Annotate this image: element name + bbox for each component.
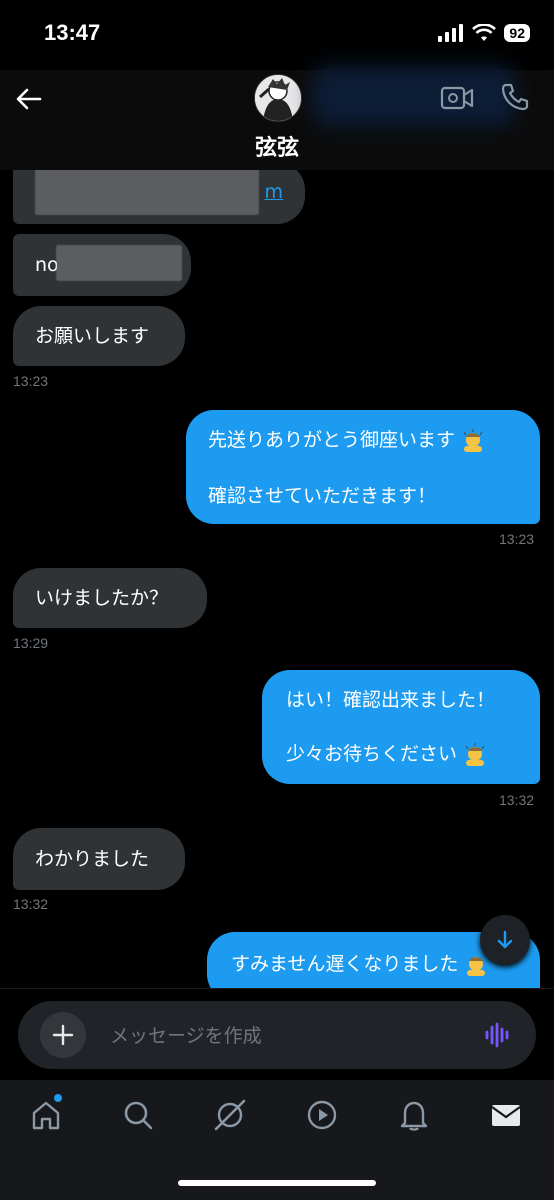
- message-incoming[interactable]: いけましたか？: [13, 568, 207, 628]
- bell-icon[interactable]: [397, 1098, 431, 1132]
- message-text: はい！確認出来ました！: [286, 689, 496, 711]
- message-outgoing[interactable]: はい！確認出来ました！ 少々お待ちください: [262, 670, 540, 784]
- message-timestamp: 13:23: [13, 373, 49, 389]
- message-incoming[interactable]: わかりました: [13, 828, 185, 890]
- message-text: お願いします: [35, 325, 150, 347]
- phone-icon[interactable]: [500, 82, 530, 112]
- message-link[interactable]: m: [264, 178, 283, 206]
- message-composer[interactable]: メッセージを作成: [18, 1001, 536, 1069]
- battery-indicator: 92: [504, 24, 530, 42]
- grok-icon[interactable]: [213, 1098, 247, 1132]
- mail-icon[interactable]: [489, 1098, 523, 1132]
- video-call-icon[interactable]: [440, 84, 474, 112]
- conversation-header: 弦弦: [0, 66, 554, 170]
- status-time: 13:47: [44, 20, 101, 45]
- signal-icon: [438, 24, 464, 42]
- contact-avatar[interactable]: [254, 74, 302, 122]
- wifi-icon: [472, 24, 497, 41]
- message-outgoing[interactable]: 先送りありがとう御座います 確認させていただきます！: [186, 410, 540, 524]
- message-incoming[interactable]: お願いします: [13, 306, 185, 366]
- composer-bar: メッセージを作成: [0, 988, 554, 1081]
- message-timestamp: 13:32: [499, 792, 535, 808]
- plus-icon: [52, 1024, 74, 1046]
- message-timestamp: 13:23: [499, 531, 535, 547]
- message-text: すみません遅くなりました: [231, 953, 459, 975]
- home-indicator: [178, 1180, 376, 1186]
- person-bowing-emoji: [463, 428, 483, 452]
- video-play-icon[interactable]: [305, 1098, 339, 1132]
- status-icons: 92: [438, 24, 530, 42]
- message-text: いけましたか？: [35, 587, 169, 609]
- home-icon[interactable]: [29, 1098, 63, 1132]
- message-timestamp: 13:29: [13, 635, 49, 651]
- message-text: 先送りありがとう御座います: [208, 429, 456, 451]
- person-bowing-emoji: [465, 742, 485, 766]
- contact-name: 弦弦: [254, 136, 299, 161]
- scroll-to-bottom-button[interactable]: [480, 915, 530, 965]
- avatar-image: [255, 75, 301, 121]
- add-attachment-button[interactable]: [40, 1012, 86, 1058]
- redacted-region: [36, 170, 258, 214]
- status-bar: 13:47 92: [0, 0, 554, 70]
- message-input[interactable]: メッセージを作成: [110, 1021, 262, 1048]
- message-text: わかりました: [35, 848, 150, 870]
- notification-dot: [54, 1094, 62, 1102]
- search-icon[interactable]: [121, 1098, 155, 1132]
- redacted-region: [312, 66, 516, 126]
- message-text: 確認させていただきます！: [208, 485, 437, 507]
- message-text: 少々お待ちください: [286, 743, 458, 765]
- message-text: no: [35, 254, 59, 276]
- voice-wave-icon[interactable]: [484, 1021, 512, 1049]
- arrow-left-icon[interactable]: [14, 84, 44, 114]
- arrow-down-icon: [497, 930, 513, 949]
- message-timestamp: 13:32: [13, 896, 49, 912]
- redacted-region: [57, 246, 181, 280]
- bottom-tab-bar: [0, 1080, 554, 1200]
- message-list[interactable]: m no お願いします 13:23 先送りありがとう御座います 確認させていただ…: [0, 170, 554, 988]
